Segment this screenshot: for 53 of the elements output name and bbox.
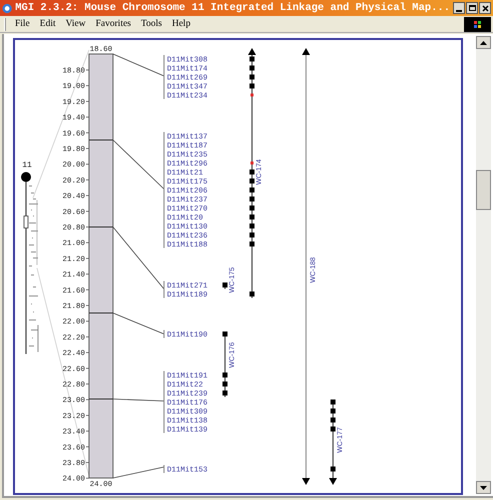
marker-hit[interactable]: [250, 206, 254, 210]
marker-hit[interactable]: [222, 382, 228, 386]
leader-line: [112, 140, 164, 190]
menu-item[interactable]: Tools: [141, 16, 162, 32]
minimize-button[interactable]: [453, 2, 465, 14]
marker-hit[interactable]: [330, 426, 336, 432]
contig-line: [224, 334, 226, 398]
menu-item[interactable]: Favorites: [96, 16, 131, 32]
marker-hit[interactable]: [250, 242, 254, 246]
marker-hit[interactable]: [250, 178, 254, 184]
leader-line: [112, 398, 164, 402]
scroll-down-button[interactable]: [476, 481, 491, 494]
marker-hit[interactable]: [250, 66, 254, 70]
marker-hit[interactable]: [222, 282, 228, 288]
scrollbar[interactable]: [476, 36, 491, 494]
marker-hit[interactable]: [330, 418, 336, 422]
window-title: MGI 2.3.2: Mouse Chromosome 11 Integrated Linkage and Physical Map...: [15, 2, 450, 14]
leader-line: [112, 226, 164, 290]
marker-hit[interactable]: [250, 196, 254, 202]
marker-hit[interactable]: [222, 372, 228, 378]
marker-hit[interactable]: [250, 188, 254, 192]
marker-hit[interactable]: [250, 74, 254, 80]
marker-hit[interactable]: [250, 94, 254, 96]
close-button[interactable]: [479, 2, 491, 14]
marker-hit[interactable]: [250, 214, 254, 220]
maximize-button[interactable]: [466, 2, 478, 14]
marker-hit[interactable]: [222, 332, 228, 336]
marker-hit[interactable]: [250, 56, 254, 62]
windows-logo-icon: [464, 16, 491, 32]
close-icon: [482, 4, 488, 12]
scroll-thumb[interactable]: [476, 170, 491, 210]
marker-hit[interactable]: [222, 390, 228, 396]
marker-hit[interactable]: [250, 292, 254, 296]
down-arrow-icon: [480, 486, 487, 490]
menu-item[interactable]: File: [15, 16, 30, 32]
menu-item[interactable]: Edit: [40, 16, 56, 32]
marker-hit[interactable]: [250, 232, 254, 238]
marker-hit[interactable]: [250, 170, 254, 174]
marker-hit[interactable]: [330, 466, 336, 472]
marker-hit[interactable]: [330, 408, 336, 414]
menu-item[interactable]: Help: [172, 16, 190, 32]
leader-line: [112, 54, 164, 76]
leader-line: [112, 312, 164, 334]
marker-hit[interactable]: [250, 84, 254, 88]
browser-icon: [2, 2, 12, 14]
up-arrow-icon: [480, 40, 487, 44]
scroll-up-button[interactable]: [476, 36, 491, 49]
menu-item[interactable]: View: [66, 16, 86, 32]
marker-hit[interactable]: [330, 400, 336, 404]
chromosome-label: 11: [22, 161, 32, 170]
marker-hit[interactable]: [250, 224, 254, 228]
marker-hit[interactable]: [250, 162, 254, 164]
leader-line: [112, 466, 164, 478]
